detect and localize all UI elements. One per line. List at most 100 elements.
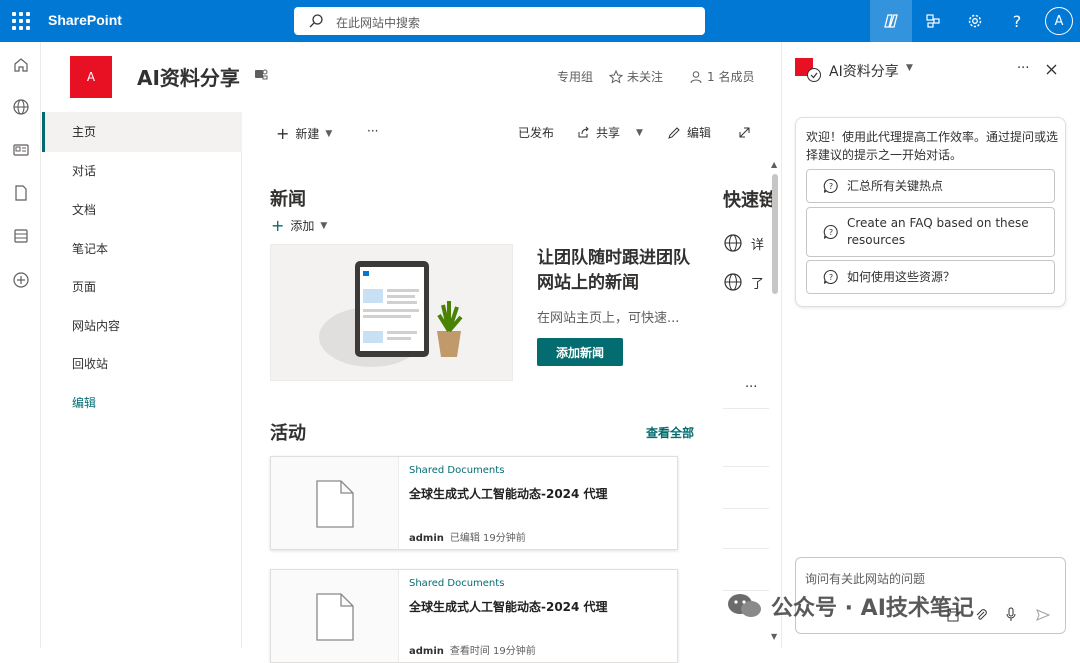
search-icon bbox=[309, 14, 323, 28]
plus-icon: + bbox=[271, 216, 285, 235]
news-placeholder-image bbox=[270, 244, 513, 381]
edit-label: 编辑 bbox=[687, 126, 712, 140]
divider bbox=[723, 466, 769, 467]
share-icon bbox=[578, 126, 589, 138]
home-icon[interactable] bbox=[12, 56, 30, 74]
microphone-icon[interactable] bbox=[1004, 607, 1018, 623]
chevron-down-icon: ▼ bbox=[636, 127, 643, 138]
suggestion-label: 如何使用这些资源？ bbox=[847, 269, 956, 284]
copilot-icon bbox=[884, 14, 898, 28]
site-navigation: 主页 对话 文档 笔记本 页面 网站内容 回收站 编辑 bbox=[42, 112, 242, 648]
chevron-down-icon[interactable]: ▼ bbox=[906, 63, 913, 73]
card-source[interactable]: Shared Documents bbox=[409, 578, 504, 589]
divider bbox=[723, 548, 769, 549]
suggestion-button[interactable]: ? 汇总所有关键热点 bbox=[806, 169, 1055, 203]
divider bbox=[723, 508, 769, 509]
attach-icon[interactable] bbox=[974, 608, 988, 622]
suggestion-label: Create an FAQ based on these resources bbox=[847, 216, 1029, 247]
list-icon[interactable] bbox=[12, 227, 30, 245]
card-author: admin bbox=[409, 533, 444, 544]
card-title[interactable]: 全球生成式人工智能动态-2024 代理 bbox=[409, 598, 608, 615]
add-news-menu[interactable]: + 添加 ▼ bbox=[271, 216, 327, 235]
document-icon bbox=[316, 593, 354, 641]
activity-card[interactable]: Shared Documents 全球生成式人工智能动态-2024 代理 adm… bbox=[270, 569, 678, 663]
suggestion-button[interactable]: ? Create an FAQ based on these resources bbox=[806, 207, 1055, 257]
card-source[interactable]: Shared Documents bbox=[409, 465, 504, 476]
activity-card[interactable]: Shared Documents 全球生成式人工智能动态-2024 代理 adm… bbox=[270, 456, 678, 550]
quick-link-label: 了 bbox=[751, 276, 765, 292]
copilot-button[interactable] bbox=[870, 0, 912, 42]
new-button[interactable]: + 新建 ▼ bbox=[276, 124, 332, 143]
quick-link[interactable]: 了 bbox=[723, 272, 773, 292]
apps-icon bbox=[926, 14, 940, 28]
nav-item-recycle-bin[interactable]: 回收站 bbox=[42, 344, 242, 384]
news-title: 新闻 bbox=[270, 189, 306, 210]
person-icon bbox=[690, 70, 702, 83]
site-logo[interactable]: A bbox=[70, 56, 112, 98]
nav-item-notebook[interactable]: 笔记本 bbox=[42, 229, 242, 269]
activity-title: 活动 bbox=[270, 423, 306, 444]
share-button[interactable]: 共享 ▼ bbox=[577, 124, 643, 141]
card-title[interactable]: 全球生成式人工智能动态-2024 代理 bbox=[409, 485, 608, 502]
card-meta: admin 已编辑 19分钟前 bbox=[409, 529, 526, 544]
chat-help-icon: ? bbox=[823, 178, 838, 193]
scrollbar-thumb[interactable] bbox=[772, 174, 778, 294]
more-commands-button[interactable]: ··· bbox=[367, 124, 378, 138]
agent-title[interactable]: AI资料分享 bbox=[829, 61, 899, 81]
search-placeholder: 在此网站中搜索 bbox=[336, 16, 421, 30]
star-icon bbox=[609, 69, 623, 84]
welcome-text: 欢迎！使用此代理提高工作效率。通过提问或选择建议的提示之一开始对话。 bbox=[806, 130, 1059, 162]
close-icon[interactable] bbox=[1046, 64, 1057, 75]
watermark-text: 公众号 · AI技术笔记 bbox=[771, 596, 974, 621]
expand-icon[interactable] bbox=[738, 126, 751, 139]
nav-item-site-contents[interactable]: 网站内容 bbox=[42, 306, 242, 346]
card-time: 已编辑 19分钟前 bbox=[449, 533, 526, 544]
chevron-down-icon: ▼ bbox=[320, 220, 328, 231]
teams-icon[interactable] bbox=[254, 67, 268, 81]
page-scrollbar[interactable]: ▲ ▼ bbox=[770, 160, 780, 646]
file-thumbnail bbox=[271, 457, 399, 549]
app-launcher-icon[interactable] bbox=[12, 12, 30, 30]
scroll-down-icon[interactable]: ▼ bbox=[771, 632, 777, 641]
follow-label: 未关注 bbox=[627, 70, 664, 84]
chat-help-icon: ? bbox=[823, 269, 838, 284]
panel-more-button[interactable]: ··· bbox=[1017, 61, 1029, 76]
settings-button[interactable] bbox=[954, 0, 996, 42]
quick-link[interactable]: 详 bbox=[723, 233, 773, 253]
nav-edit-link[interactable]: 编辑 bbox=[42, 383, 242, 423]
quick-links-more[interactable]: ··· bbox=[745, 380, 757, 395]
members-button[interactable]: 1 名成员 bbox=[689, 68, 754, 85]
card-meta: admin 查看时间 19分钟前 bbox=[409, 642, 536, 657]
scroll-up-icon[interactable]: ▲ bbox=[771, 160, 777, 169]
add-news-button[interactable]: 添加新闻 bbox=[537, 338, 623, 366]
members-label: 1 名成员 bbox=[707, 70, 755, 84]
watermark: 公众号 · AI技术笔记 bbox=[727, 590, 974, 622]
app-brand[interactable]: SharePoint bbox=[48, 12, 122, 28]
suggestion-button[interactable]: ? 如何使用这些资源？ bbox=[806, 260, 1055, 294]
site-title[interactable]: AI资料分享 bbox=[137, 62, 240, 91]
quick-links-title: 快速链 bbox=[723, 190, 773, 211]
nav-item-pages[interactable]: 页面 bbox=[42, 267, 242, 307]
new-label: 新建 bbox=[295, 127, 320, 141]
view-all-link[interactable]: 查看全部 bbox=[646, 424, 694, 441]
send-icon[interactable] bbox=[1036, 608, 1050, 622]
news-icon[interactable] bbox=[12, 141, 30, 159]
globe-icon[interactable] bbox=[12, 98, 30, 116]
document-icon[interactable] bbox=[12, 184, 30, 202]
account-button[interactable]: A bbox=[1038, 0, 1080, 42]
add-circle-icon[interactable] bbox=[12, 271, 30, 289]
nav-item-documents[interactable]: 文档 bbox=[42, 190, 242, 230]
news-hero-description: 在网站主页上，可快速... bbox=[537, 311, 680, 326]
help-button[interactable]: ? bbox=[996, 0, 1038, 42]
globe-icon bbox=[724, 273, 742, 291]
nav-item-conversations[interactable]: 对话 bbox=[42, 151, 242, 191]
news-hero-title: 让团队随时跟进团队网站上的新闻 bbox=[537, 248, 690, 293]
app-switch-button[interactable] bbox=[912, 0, 954, 42]
avatar: A bbox=[1045, 7, 1073, 35]
edit-button[interactable]: 编辑 bbox=[667, 124, 711, 141]
search-box[interactable]: 在此网站中搜索 bbox=[294, 7, 705, 35]
follow-button[interactable]: 未关注 bbox=[609, 68, 663, 85]
chat-help-icon: ? bbox=[823, 224, 838, 239]
wechat-logo-icon bbox=[728, 594, 761, 617]
nav-item-home[interactable]: 主页 bbox=[42, 112, 242, 152]
